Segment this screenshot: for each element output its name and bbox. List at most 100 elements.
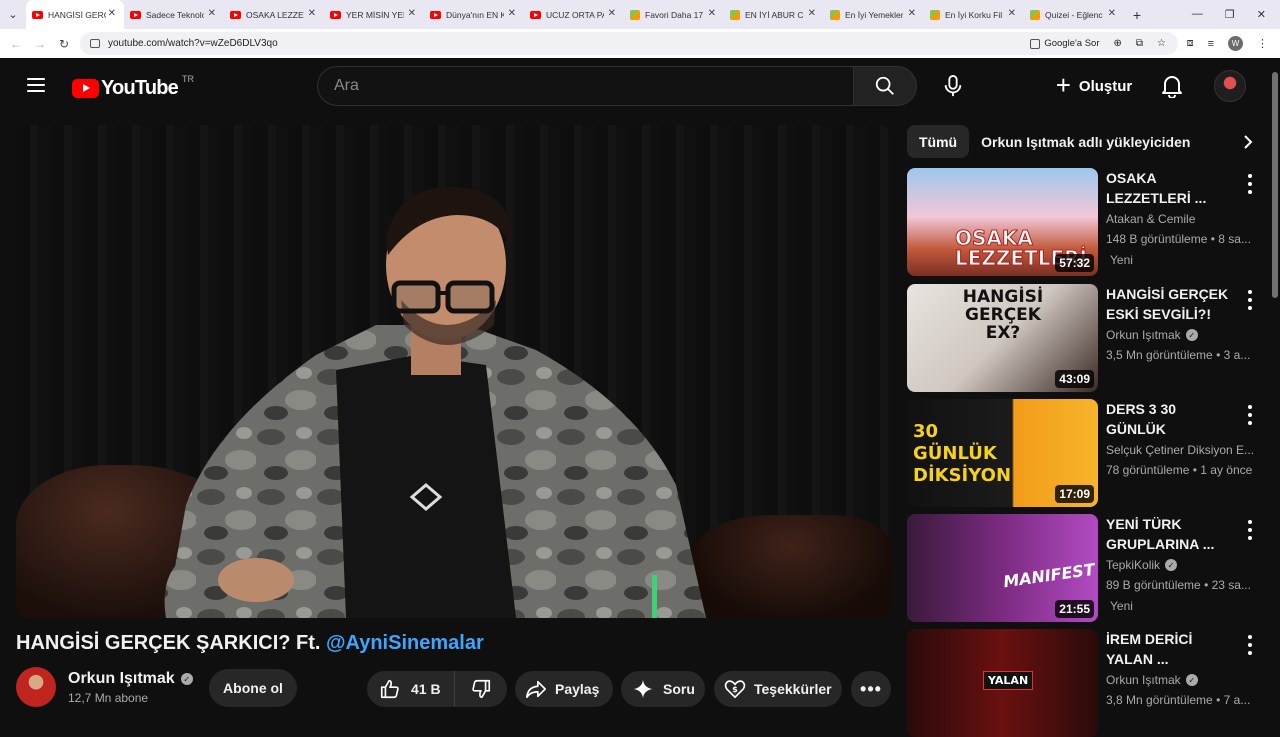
channel-name[interactable]: TepkiKolik ✓ <box>1106 558 1256 572</box>
video-thumbnail[interactable]: MANIFEST 21:55 <box>907 514 1098 622</box>
install-app-icon[interactable]: ⧉ <box>1136 38 1143 49</box>
omnibox[interactable]: youtube.com/watch?v=wZeD6DLV3qo Google'a… <box>80 32 1178 55</box>
scrollbar-thumb[interactable] <box>1272 72 1278 298</box>
minimize-icon[interactable]: — <box>1192 8 1203 21</box>
video-title[interactable]: OSAKA LEZZETLERİ ... <box>1106 168 1236 208</box>
thanks-button[interactable]: $ Teşekkürler <box>714 671 842 707</box>
close-tab-icon[interactable]: ✕ <box>608 8 616 19</box>
browser-tab[interactable]: UCUZ ORTA PA ✕ <box>524 0 624 29</box>
page-scrollbar[interactable] <box>1270 58 1280 720</box>
close-tab-icon[interactable]: ✕ <box>308 8 316 19</box>
new-tab-icon[interactable]: + <box>1124 7 1150 23</box>
close-tab-icon[interactable]: ✕ <box>108 8 116 19</box>
search-icon <box>875 76 894 95</box>
reading-list-icon[interactable]: ≡ <box>1208 38 1214 50</box>
channel-mention-link[interactable]: @AyniSinemalar <box>326 632 484 654</box>
video-player[interactable] <box>16 125 891 618</box>
restore-icon[interactable]: ❐ <box>1225 8 1235 21</box>
channel-name[interactable]: Orkun Işıtmak ✓ <box>68 670 193 688</box>
more-vertical-icon[interactable] <box>1240 403 1260 427</box>
site-info-icon[interactable] <box>90 39 100 48</box>
tab-title: EN İYİ ABUR CU <box>745 9 803 20</box>
youtube-logo[interactable]: YouTube TR <box>72 74 194 100</box>
search-bar <box>317 66 917 106</box>
browser-tab[interactable]: OSAKA LEZZETL ✕ <box>224 0 324 29</box>
browser-tab-active[interactable]: HANGİSİ GERÇEK ✕ <box>26 0 124 29</box>
close-tab-icon[interactable]: ✕ <box>408 8 416 19</box>
browser-tab[interactable]: En İyi Yemekler ✕ <box>824 0 924 29</box>
channel-avatar[interactable] <box>16 667 56 707</box>
more-vertical-icon[interactable] <box>1240 518 1260 542</box>
like-button[interactable]: 41 B <box>367 671 455 707</box>
close-tab-icon[interactable]: ✕ <box>808 8 816 19</box>
profile-avatar[interactable]: W <box>1228 36 1243 51</box>
video-title[interactable]: HANGİSİ GERÇEK ESKİ SEVGİLİ?! ft.... <box>1106 284 1236 324</box>
video-thumbnail[interactable]: HANGİSİ GERÇEK EX? 43:09 <box>907 284 1098 392</box>
thumbs-down-icon <box>472 679 491 699</box>
browser-tab[interactable]: Sadece Teknoloji ✕ <box>124 0 224 29</box>
close-window-icon[interactable]: ✕ <box>1257 8 1266 21</box>
notifications-button[interactable] <box>1152 66 1192 106</box>
recommended-video[interactable]: OSAKA LEZZETLERİ 57:32 OSAKA LEZZETLERİ … <box>907 168 1260 276</box>
browser-tab[interactable]: EN İYİ ABUR CU ✕ <box>724 0 824 29</box>
video-meta: 78 görüntüleme • 1 ay önce <box>1106 463 1253 477</box>
video-thumbnail[interactable]: OSAKA LEZZETLERİ 57:32 <box>907 168 1098 276</box>
filter-chips: Tümü Orkun Işıtmak adlı yükleyiciden <box>907 125 1260 158</box>
new-badge: Yeni <box>1110 599 1133 613</box>
channel-name[interactable]: Orkun Işıtmak ✓ <box>1106 328 1256 342</box>
video-title[interactable]: DERS 3 30 GÜNLÜK DİKSİYON ... <box>1106 399 1236 439</box>
channel-name[interactable]: Orkun Işıtmak ✓ <box>1106 673 1256 687</box>
more-vertical-icon[interactable] <box>1240 288 1260 312</box>
close-tab-icon[interactable]: ✕ <box>208 8 216 19</box>
close-tab-icon[interactable]: ✕ <box>708 8 716 19</box>
channel-name[interactable]: Atakan & Cemile <box>1106 212 1256 226</box>
thumbs-up-icon <box>380 679 399 699</box>
site-favicon-icon <box>630 9 640 20</box>
zoom-icon[interactable]: ⊕ <box>1114 38 1122 49</box>
back-icon[interactable]: ← <box>4 37 28 51</box>
channel-name[interactable]: Selçuk Çetiner Diksiyon E... <box>1106 443 1256 457</box>
create-button[interactable]: + Oluştur <box>1044 66 1144 106</box>
tab-search-icon[interactable]: ⌄ <box>0 0 26 29</box>
extensions-icon[interactable]: ⧈ <box>1187 37 1194 50</box>
google-lens-button[interactable]: Google'a Sor <box>1030 38 1100 49</box>
search-input[interactable] <box>317 66 853 106</box>
browser-tab[interactable]: En İyi Korku Fil ✕ <box>924 0 1024 29</box>
chevron-right-icon[interactable] <box>1236 125 1260 158</box>
menu-icon[interactable] <box>27 78 45 92</box>
chip-from-uploader[interactable]: Orkun Işıtmak adlı yükleyiciden <box>977 125 1194 158</box>
more-actions-button[interactable]: ••• <box>851 671 891 707</box>
reload-icon[interactable]: ↻ <box>52 37 76 51</box>
chip-all[interactable]: Tümü <box>907 125 970 158</box>
more-vertical-icon[interactable] <box>1240 633 1260 657</box>
voice-search-button[interactable] <box>933 66 973 106</box>
browser-tab[interactable]: Dünya'nın EN K ✕ <box>424 0 524 29</box>
search-button[interactable] <box>853 66 917 106</box>
video-thumbnail[interactable]: YALAN <box>907 629 1098 737</box>
account-avatar[interactable] <box>1214 70 1246 102</box>
close-tab-icon[interactable]: ✕ <box>508 8 516 19</box>
close-tab-icon[interactable]: ✕ <box>1108 8 1116 19</box>
subscribe-button[interactable]: Abone ol <box>209 669 297 707</box>
recommended-video[interactable]: HANGİSİ GERÇEK EX? 43:09 HANGİSİ GERÇEK … <box>907 284 1260 392</box>
close-tab-icon[interactable]: ✕ <box>1008 8 1016 19</box>
recommended-video[interactable]: 30 GÜNLÜK DİKSİYON 17:09 DERS 3 30 GÜNLÜ… <box>907 399 1260 507</box>
channel-name-text: Orkun Işıtmak <box>1106 673 1181 687</box>
tab-title: En İyi Korku Fil <box>945 9 1003 20</box>
more-vertical-icon[interactable] <box>1240 172 1260 196</box>
video-title[interactable]: YENİ TÜRK GRUPLARINA ... <box>1106 514 1236 554</box>
recommended-video[interactable]: MANIFEST 21:55 YENİ TÜRK GRUPLARINA ... … <box>907 514 1260 622</box>
bookmark-star-icon[interactable]: ☆ <box>1157 38 1166 49</box>
browser-tab[interactable]: Quizei - Eğlenc ✕ <box>1024 0 1124 29</box>
browser-menu-icon[interactable]: ⋮ <box>1257 37 1268 50</box>
browser-tab[interactable]: Favori Daha 17 ✕ <box>624 0 724 29</box>
dislike-button[interactable] <box>455 671 507 707</box>
ask-button[interactable]: Soru <box>621 671 705 707</box>
recommended-video[interactable]: YALAN İREM DERİCİ YALAN ... Orkun Işıtma… <box>907 629 1260 737</box>
share-button[interactable]: Paylaş <box>515 671 613 707</box>
forward-icon[interactable]: → <box>28 37 52 51</box>
video-thumbnail[interactable]: 30 GÜNLÜK DİKSİYON 17:09 <box>907 399 1098 507</box>
close-tab-icon[interactable]: ✕ <box>908 8 916 19</box>
browser-tab[interactable]: YER MİSİN YEM ✕ <box>324 0 424 29</box>
video-title[interactable]: İREM DERİCİ YALAN ... <box>1106 629 1236 669</box>
